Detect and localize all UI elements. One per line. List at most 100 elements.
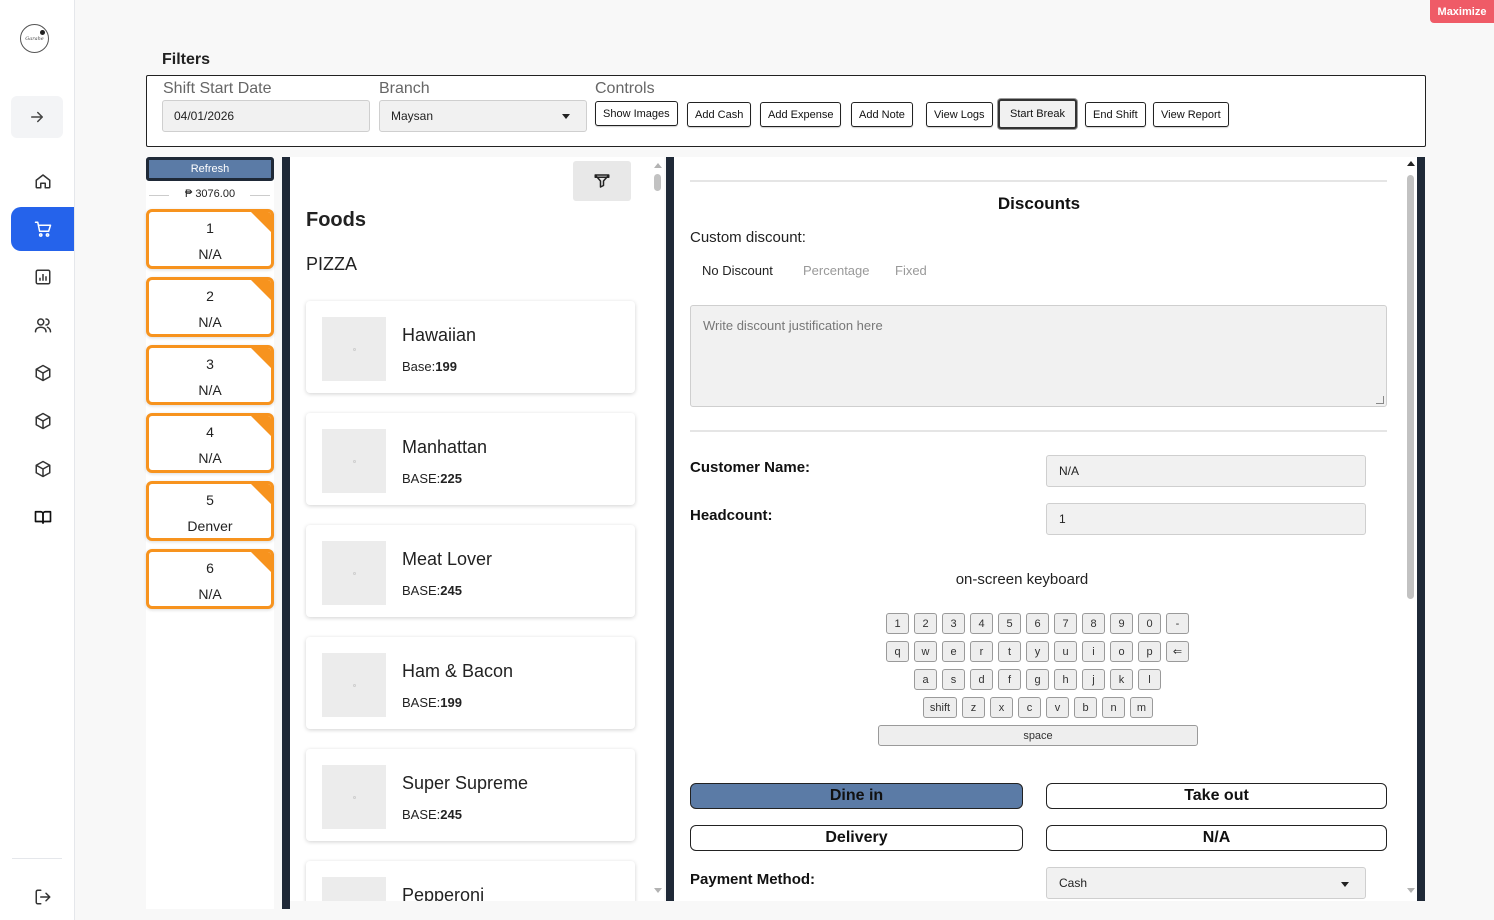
refresh-button[interactable]: Refresh (146, 157, 274, 181)
key-r[interactable]: r (970, 641, 993, 662)
food-card-super-supreme[interactable]: Super Supreme BASE:245 (306, 749, 635, 841)
key-c[interactable]: c (1018, 697, 1041, 718)
key-d[interactable]: d (970, 669, 993, 690)
foods-title: Foods (306, 209, 366, 231)
order-type-delivery[interactable]: Delivery (690, 825, 1023, 851)
key-8[interactable]: 8 (1082, 613, 1105, 634)
table-card-5[interactable]: 5 Denver (146, 481, 274, 541)
key-s[interactable]: s (942, 669, 965, 690)
show-images-button[interactable]: Show Images (595, 101, 678, 126)
shift-start-date-input[interactable]: 04/01/2026 (162, 100, 370, 132)
key-3[interactable]: 3 (942, 613, 965, 634)
nav-inventory-2[interactable] (11, 399, 74, 443)
nav-menu-book[interactable] (11, 495, 74, 539)
filter-button[interactable] (573, 161, 631, 201)
key-e[interactable]: e (942, 641, 965, 662)
key-7[interactable]: 7 (1054, 613, 1077, 634)
key-a[interactable]: a (914, 669, 937, 690)
payment-method-value: Cash (1059, 876, 1088, 890)
discount-justification-textarea[interactable]: Write discount justification here (690, 305, 1387, 407)
resize-grip-icon[interactable] (1376, 396, 1384, 404)
tables-list: Refresh ₱ 3076.00 1 N/A 2 N/A 3 N/A 4 N/… (146, 157, 274, 909)
order-type-na[interactable]: N/A (1046, 825, 1387, 851)
nav-inventory-3[interactable] (11, 447, 74, 491)
foods-scrollbar[interactable] (651, 157, 664, 901)
branch-select[interactable]: Maysan (379, 100, 587, 132)
table-customer: N/A (198, 586, 222, 602)
food-card-manhattan[interactable]: Manhattan BASE:225 (306, 413, 635, 505)
key-shift[interactable]: shift (923, 697, 957, 718)
food-price: BASE:245 (402, 583, 462, 598)
key-i[interactable]: i (1082, 641, 1105, 662)
key-t[interactable]: t (998, 641, 1021, 662)
food-card-pepperoni[interactable]: Pepperoni (306, 861, 635, 901)
nav-home[interactable] (11, 159, 74, 203)
order-type-dine-in[interactable]: Dine in (690, 783, 1023, 809)
discount-option-fixed[interactable]: Fixed (895, 263, 927, 278)
key-g[interactable]: g (1026, 669, 1049, 690)
key-z[interactable]: z (962, 697, 985, 718)
key-p[interactable]: p (1138, 641, 1161, 662)
food-card-meat-lover[interactable]: Meat Lover BASE:245 (306, 525, 635, 617)
order-type-take-out[interactable]: Take out (1046, 783, 1387, 809)
discount-option-none[interactable]: No Discount (702, 263, 773, 278)
add-note-button[interactable]: Add Note (851, 102, 913, 127)
key-4[interactable]: 4 (970, 613, 993, 634)
nav-users[interactable] (11, 303, 74, 347)
key-w[interactable]: w (914, 641, 937, 662)
food-card-hawaiian[interactable]: Hawaiian Base:199 (306, 301, 635, 393)
key-k[interactable]: k (1110, 669, 1133, 690)
add-cash-button[interactable]: Add Cash (687, 102, 752, 127)
view-report-button[interactable]: View Report (1153, 102, 1229, 127)
food-image (322, 541, 386, 605)
maximize-button[interactable]: Maximize (1430, 0, 1494, 23)
custom-discount-label: Custom discount: (690, 229, 806, 246)
key-5[interactable]: 5 (998, 613, 1021, 634)
key-2[interactable]: 2 (914, 613, 937, 634)
key-0[interactable]: 0 (1138, 613, 1161, 634)
key-o[interactable]: o (1110, 641, 1133, 662)
key-6[interactable]: 6 (1026, 613, 1049, 634)
end-shift-button[interactable]: End Shift (1085, 102, 1146, 127)
logout-button[interactable] (11, 875, 74, 919)
nav-pos[interactable] (11, 207, 74, 251)
headcount-input[interactable]: 1 (1046, 503, 1366, 535)
key-1[interactable]: 1 (886, 613, 909, 634)
table-card-4[interactable]: 4 N/A (146, 413, 274, 473)
expand-sidebar-button[interactable] (11, 96, 63, 138)
add-expense-button[interactable]: Add Expense (760, 102, 842, 127)
discounts-title: Discounts (997, 194, 1081, 213)
key-space[interactable]: space (878, 725, 1198, 746)
key-b[interactable]: b (1074, 697, 1097, 718)
view-logs-button[interactable]: View Logs (926, 102, 993, 127)
table-card-1[interactable]: 1 N/A (146, 209, 274, 269)
arrow-right-icon (31, 111, 43, 123)
key-f[interactable]: f (998, 669, 1021, 690)
key-q[interactable]: q (886, 641, 909, 662)
discount-option-percentage[interactable]: Percentage (803, 263, 870, 278)
key-v[interactable]: v (1046, 697, 1069, 718)
foods-panel: Foods PIZZA Hawaiian Base:199 Manhattan … (290, 157, 664, 901)
nav-reports[interactable] (11, 255, 74, 299)
key-h[interactable]: h (1054, 669, 1077, 690)
key-y[interactable]: y (1026, 641, 1049, 662)
key-9[interactable]: 9 (1110, 613, 1133, 634)
key-u[interactable]: u (1054, 641, 1077, 662)
key-j[interactable]: j (1082, 669, 1105, 690)
key-backspace[interactable]: ⇐ (1166, 641, 1189, 662)
payment-method-select[interactable]: Cash (1046, 867, 1366, 899)
start-break-button[interactable]: Start Break (998, 99, 1078, 129)
food-card-ham-bacon[interactable]: Ham & Bacon BASE:199 (306, 637, 635, 729)
customer-name-input[interactable]: N/A (1046, 455, 1366, 487)
key-dash[interactable]: - (1166, 613, 1189, 634)
key-l[interactable]: l (1138, 669, 1161, 690)
key-n[interactable]: n (1102, 697, 1125, 718)
food-name: Meat Lover (402, 549, 493, 569)
key-x[interactable]: x (990, 697, 1013, 718)
table-card-3[interactable]: 3 N/A (146, 345, 274, 405)
key-m[interactable]: m (1130, 697, 1153, 718)
table-card-2[interactable]: 2 N/A (146, 277, 274, 337)
nav-inventory-1[interactable] (11, 351, 74, 395)
table-card-6[interactable]: 6 N/A (146, 549, 274, 609)
order-scrollbar[interactable] (1404, 157, 1417, 901)
